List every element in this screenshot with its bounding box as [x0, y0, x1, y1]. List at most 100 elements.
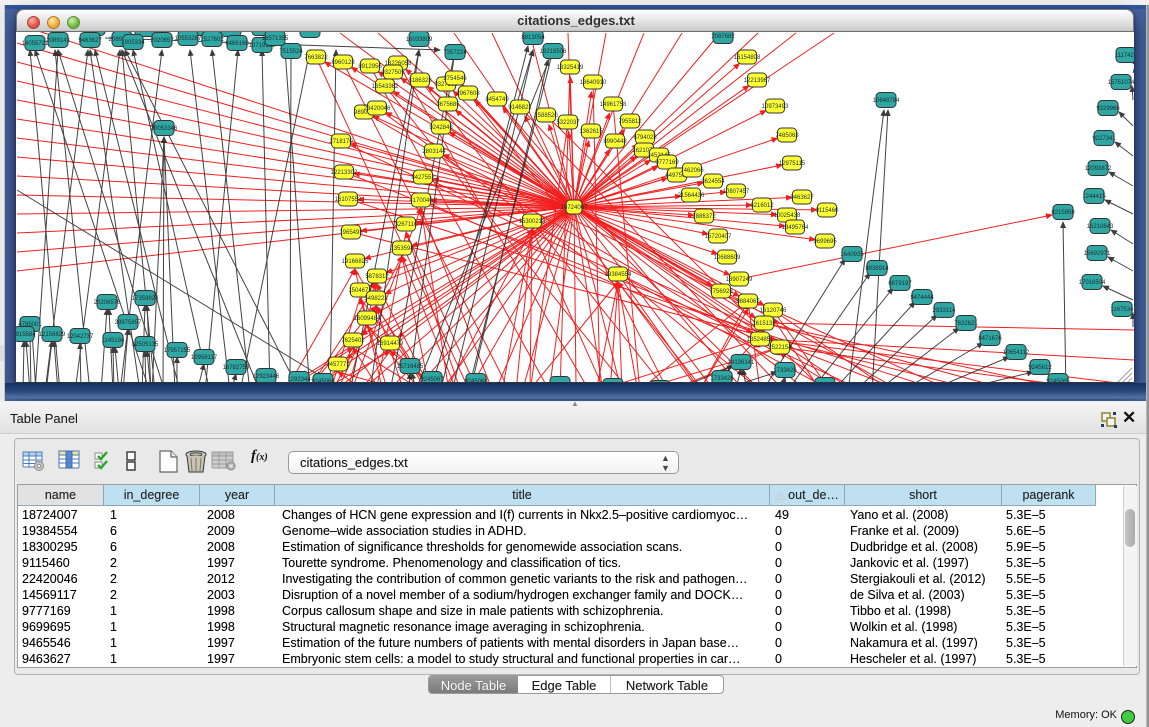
svg-text:7663822: 7663822: [304, 55, 328, 61]
svg-text:20206576: 20206576: [94, 300, 121, 306]
svg-text:18640910: 18640910: [580, 80, 607, 86]
svg-text:12093872: 12093872: [1085, 166, 1112, 172]
svg-text:5498222: 5498222: [364, 296, 388, 302]
svg-text:2089143: 2089143: [46, 38, 70, 44]
svg-text:5322037: 5322037: [556, 120, 580, 126]
svg-text:9699695: 9699695: [813, 239, 837, 245]
svg-text:16120746: 16120746: [760, 308, 787, 314]
svg-text:12213967: 12213967: [744, 78, 771, 84]
svg-text:1071915: 1071915: [298, 32, 322, 34]
svg-text:17957255: 17957255: [164, 348, 191, 354]
svg-text:8912956: 8912956: [358, 64, 382, 70]
svg-text:15692971: 15692971: [1084, 251, 1111, 257]
svg-text:16571355: 16571355: [262, 36, 289, 42]
svg-text:9777169: 9777169: [655, 160, 679, 166]
svg-text:9457771: 9457771: [326, 362, 350, 368]
svg-text:6794028: 6794028: [633, 135, 657, 141]
svg-text:1117421: 1117421: [1115, 53, 1134, 59]
svg-text:7886372: 7886372: [692, 214, 716, 220]
svg-text:9474444: 9474444: [910, 295, 934, 301]
svg-text:1905334: 1905334: [121, 40, 145, 46]
svg-text:13325419: 13325419: [557, 65, 584, 71]
svg-text:7462066: 7462066: [680, 168, 704, 174]
svg-text:10973493: 10973493: [762, 104, 789, 110]
svg-text:13495764: 13495764: [782, 225, 809, 231]
svg-text:9327505: 9327505: [381, 70, 405, 76]
svg-text:20053346: 20053346: [151, 126, 178, 132]
svg-text:15720407: 15720407: [705, 234, 732, 240]
svg-text:8990448: 8990448: [603, 139, 627, 145]
svg-text:19384554: 19384554: [605, 272, 632, 278]
svg-text:18907249: 18907249: [726, 277, 753, 283]
svg-text:7625402: 7625402: [341, 338, 365, 344]
svg-text:1362615: 1362615: [579, 129, 603, 135]
svg-text:12042737: 12042737: [67, 334, 94, 340]
svg-text:16033809: 16033809: [406, 37, 433, 43]
svg-text:9463627: 9463627: [78, 38, 102, 44]
svg-text:9227341: 9227341: [1092, 136, 1116, 142]
svg-text:12975115: 12975115: [779, 161, 806, 167]
svg-text:5878312: 5878312: [365, 274, 389, 280]
svg-text:10958117: 10958117: [191, 355, 218, 361]
svg-text:12923446: 12923446: [253, 374, 280, 380]
svg-text:1527602: 1527602: [219, 32, 243, 33]
svg-text:1353594: 1353594: [390, 246, 414, 252]
svg-text:3267110: 3267110: [395, 222, 419, 228]
svg-text:12505135: 12505135: [132, 342, 159, 348]
svg-text:1145194: 1145194: [102, 338, 126, 344]
svg-text:10553267: 10553267: [175, 36, 202, 42]
svg-text:8471676: 8471676: [978, 336, 1002, 342]
svg-text:14136141: 14136141: [728, 360, 755, 366]
svg-text:6879197: 6879197: [888, 281, 912, 287]
svg-text:2020657: 2020657: [150, 38, 174, 44]
svg-text:4170046: 4170046: [409, 198, 433, 204]
svg-text:7485063: 7485063: [775, 133, 799, 139]
svg-text:10648784: 10648784: [873, 98, 900, 104]
svg-text:1640935: 1640935: [840, 252, 864, 258]
svg-text:19166825: 19166825: [342, 259, 369, 265]
svg-text:12156829: 12156829: [39, 332, 66, 338]
svg-text:13524851: 13524851: [747, 337, 774, 343]
svg-text:9245612: 9245612: [1028, 365, 1052, 371]
svg-text:16914479: 16914479: [377, 341, 404, 347]
svg-text:2754546: 2754546: [443, 76, 467, 82]
svg-text:17359924: 17359924: [132, 296, 159, 302]
svg-text:19218506: 19218506: [540, 49, 567, 55]
svg-text:8427552: 8427552: [411, 175, 435, 181]
svg-text:14961758: 14961758: [600, 102, 627, 108]
svg-text:9146821: 9146821: [508, 105, 532, 111]
svg-text:3915584: 3915584: [16, 332, 36, 338]
svg-text:9884067: 9884067: [736, 299, 760, 305]
svg-text:1167534: 1167534: [1111, 307, 1134, 313]
svg-text:39975857: 39975857: [115, 320, 142, 326]
svg-text:7756928: 7756928: [709, 289, 733, 295]
svg-text:8938914: 8938914: [865, 266, 889, 272]
svg-text:16099484: 16099484: [354, 316, 381, 322]
svg-text:9115460: 9115460: [816, 208, 840, 214]
svg-text:2967608: 2967608: [456, 91, 480, 97]
svg-text:8454749: 8454749: [485, 97, 509, 103]
svg-text:2933114: 2933114: [933, 308, 957, 314]
svg-text:7357224: 7357224: [443, 50, 467, 56]
svg-text:1733426: 1733426: [710, 376, 734, 382]
svg-text:1527602: 1527602: [200, 37, 224, 43]
svg-text:9242848: 9242848: [429, 125, 453, 131]
svg-text:8960123: 8960123: [331, 60, 355, 66]
svg-text:16543362: 16543362: [372, 84, 399, 90]
svg-text:3675685: 3675685: [436, 102, 460, 108]
svg-text:12213302: 12213302: [331, 170, 358, 176]
svg-text:3624554: 3624554: [701, 179, 725, 185]
svg-text:1615132: 1615132: [752, 321, 776, 327]
svg-text:9329966: 9329966: [1096, 106, 1120, 112]
svg-text:16782759: 16782759: [223, 365, 250, 371]
svg-text:17016504: 17016504: [1079, 280, 1106, 286]
svg-text:6466160: 6466160: [225, 41, 249, 47]
svg-text:16107552: 16107552: [335, 197, 362, 203]
svg-text:2803144: 2803144: [422, 149, 446, 155]
svg-text:7515524: 7515524: [279, 49, 303, 55]
svg-text:9463627: 9463627: [790, 195, 814, 201]
svg-text:14055721: 14055721: [22, 41, 49, 47]
svg-text:8813054: 8813054: [521, 35, 545, 41]
svg-text:1733426: 1733426: [773, 368, 797, 374]
svg-text:10688609: 10688609: [714, 255, 741, 261]
